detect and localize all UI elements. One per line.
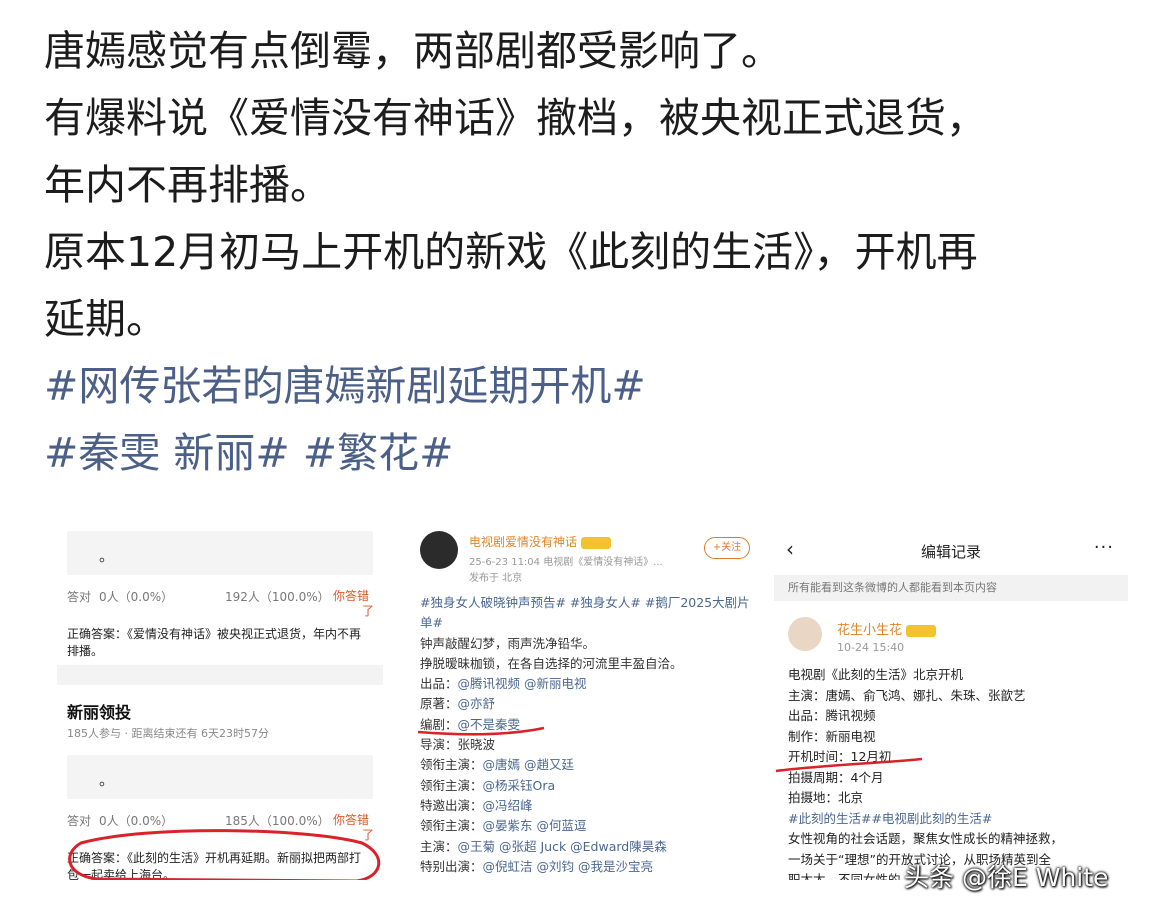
edit-body-line: 女性视角的社会话题，聚焦女性成长的精神拯救，: [788, 831, 1064, 846]
post-line: 唐嫣感觉有点倒霉，两部剧都受影响了。: [44, 27, 782, 75]
post-line: 有爆料说《爱情没有神话》撤档，被央视正式退货，: [44, 94, 987, 142]
edit-body-line: 拍摄地：北京: [788, 790, 864, 805]
avatar[interactable]: [788, 617, 822, 651]
edit-body-line: 拍摄周期：4个月: [788, 769, 884, 785]
wrong-label: 你答错: [333, 813, 370, 827]
edit-body-line: 制作：新丽电视: [788, 728, 876, 744]
hashtag-link[interactable]: #网传张若昀唐嫣新剧延期开机#: [44, 353, 1144, 420]
field-label: 领衔主演：: [420, 777, 483, 793]
edit-body: 电视剧《此刻的生活》北京开机主演：唐嫣、俞飞鸿、娜扎、朱珠、张歆艺 出品：腾讯视频…: [788, 665, 1124, 880]
post-meta: 25-6-23 11:04 电视剧《爱情没有神话》...: [469, 557, 663, 568]
quiz-option: 。: [67, 531, 373, 575]
post-line: 延期。: [44, 295, 167, 343]
total-count: 185人（100.0%）: [225, 814, 330, 828]
hashtag-link[interactable]: #独身女人破晓钟声预告# #独身女人# #鹅厂2025大剧片单#: [420, 593, 750, 634]
mention-link[interactable]: @晏紫东 @何蓝逗: [483, 818, 587, 833]
quiz-card: 新丽领投 185人参与 · 距离结束还有 6天23时57分 。 答对 0人（0.…: [57, 685, 383, 880]
quiz-meta: 185人参与 · 距离结束还有 6天23时57分: [67, 727, 269, 740]
mention-link[interactable]: @亦舒: [458, 696, 496, 711]
mention-link[interactable]: @冯绍峰: [483, 798, 533, 813]
user-name[interactable]: 花生小生花: [837, 619, 937, 638]
correct-label: 答对: [67, 814, 92, 828]
option-text: 。: [99, 547, 115, 565]
hashtag-link[interactable]: #秦雯 新丽# #繁花#: [44, 420, 1144, 487]
post-body-line: 出品：@腾讯视频 @新丽电视: [420, 674, 750, 694]
post-body-line: 主演：@王菊 @张超 Juck @Edward陳昊森: [420, 837, 750, 857]
option-text: 。: [99, 771, 115, 789]
post-line: 年内不再排播。: [44, 161, 331, 209]
page-title: 编辑记录: [920, 543, 981, 561]
field-value: 张晓波: [457, 737, 496, 753]
watermark: 头条 @徐E White: [904, 863, 1109, 892]
mention-link[interactable]: @杨采钰Ora: [483, 778, 556, 793]
correct-count: 0人（0.0%）: [99, 590, 174, 604]
total-count: 192人（100.0%）: [225, 590, 330, 604]
post-body-line: 领衔主演：@唐嫣 @趙又廷: [420, 755, 750, 775]
post-body-line: 原著：@亦舒: [420, 694, 750, 714]
wrong-label: 你答错: [333, 589, 370, 603]
quiz-title: 新丽领投: [67, 703, 132, 722]
edit-time: 10-24 15:40: [837, 641, 905, 654]
header: ‹ 编辑记录 ···: [774, 525, 1128, 571]
quiz-card: 。 答对 0人（0.0%） 192人（100.0%） 你答错 了 正确答案：《爱…: [57, 525, 383, 665]
post-body-line: 领衔主演：@晏紫东 @何蓝逗: [420, 816, 750, 836]
quiz-screenshot: 。 答对 0人（0.0%） 192人（100.0%） 你答错 了 正确答案：《爱…: [57, 525, 383, 880]
field-label: 特别出演：: [420, 858, 483, 874]
field-label: 主演：: [420, 838, 458, 854]
field-label: 领衔主演：: [420, 757, 483, 773]
correct-answer: 正确答案：《此刻的生活》开机再延期。新丽拟把两部打包一起卖给上海台。: [67, 851, 362, 880]
mention-link[interactable]: @倪虹洁 @刘钧 @我是沙宝亮: [483, 859, 653, 874]
edit-body-line: 电视剧《此刻的生活》北京开机: [788, 667, 964, 682]
field-label: 导演：: [420, 737, 458, 753]
correct-answer: 正确答案：《爱情没有神话》被央视正式退货，年内不再排播。: [67, 627, 362, 658]
correct-label: 答对: [67, 590, 92, 604]
post-body-line: 特别出演：@倪虹洁 @刘钧 @我是沙宝亮: [420, 857, 750, 877]
post-body-line: 特邀出演：@冯绍峰: [420, 796, 750, 816]
edit-body-line: 主演：唐嫣、俞飞鸿、娜扎、朱珠、张歆艺: [788, 687, 1026, 703]
field-label: 编剧：: [420, 716, 458, 732]
quiz-option: 。: [67, 755, 373, 799]
more-icon[interactable]: ···: [1094, 537, 1114, 558]
vip-badge-icon: [906, 624, 937, 637]
post-body: #独身女人破晓钟声预告# #独身女人# #鹅厂2025大剧片单# 钟声敲醒幻梦，雨…: [420, 593, 750, 877]
post-body-line: 导演：张晓波: [420, 735, 750, 755]
wrong-label-cont: 了: [362, 828, 375, 842]
post-body-line: 编剧：@不是秦雯: [420, 715, 750, 735]
weibo-post-screenshot: 电视剧爱情没有神话 25-6-23 11:04 电视剧《爱情没有神话》... 发…: [410, 525, 755, 880]
edit-body-line: 出品：腾讯视频: [788, 708, 876, 723]
post-line: 原本12月初马上开机的新戏《此刻的生活》，开机再: [44, 228, 978, 276]
field-label: 出品：: [420, 676, 458, 692]
post-body-line: 钟声敲醒幻梦，雨声洗净铅华。: [420, 635, 596, 651]
edit-record-screenshot: ‹ 编辑记录 ··· 所有能看到这条微博的人都能看到本页内容 花生小生花 10-…: [774, 525, 1128, 880]
account-name[interactable]: 电视剧爱情没有神话: [469, 533, 612, 550]
field-label: 特邀出演：: [420, 797, 483, 813]
hashtag-link[interactable]: #此刻的生活##电视剧此刻的生活#: [788, 809, 1124, 830]
mention-link[interactable]: @不是秦雯: [458, 717, 521, 732]
post-location: 发布于 北京: [469, 573, 523, 584]
mention-link[interactable]: @唐嫣 @趙又廷: [483, 757, 574, 772]
wrong-label-cont: 了: [362, 604, 375, 618]
correct-count: 0人（0.0%）: [99, 814, 174, 828]
avatar[interactable]: [420, 531, 458, 569]
edit-body-line: 开机时间：12月初: [788, 749, 892, 764]
follow-button[interactable]: +关注: [704, 537, 750, 559]
field-label: 领衔主演：: [420, 818, 483, 834]
vip-badge-icon: [581, 536, 612, 549]
post-body-line: 挣脱暧昧枷锁，在各自选择的河流里丰盈自洽。: [420, 655, 683, 671]
mention-link[interactable]: @腾讯视频 @新丽电视: [458, 676, 587, 691]
post-text: 唐嫣感觉有点倒霉，两部剧都受影响了。 有爆料说《爱情没有神话》撤档，被央视正式退…: [44, 18, 1144, 487]
visibility-notice: 所有能看到这条微博的人都能看到本页内容: [774, 575, 1128, 601]
field-label: 原著：: [420, 696, 458, 712]
post-body-line: 领衔主演：@杨采钰Ora: [420, 776, 750, 796]
mention-link[interactable]: @王菊 @张超 Juck @Edward陳昊森: [458, 839, 667, 854]
